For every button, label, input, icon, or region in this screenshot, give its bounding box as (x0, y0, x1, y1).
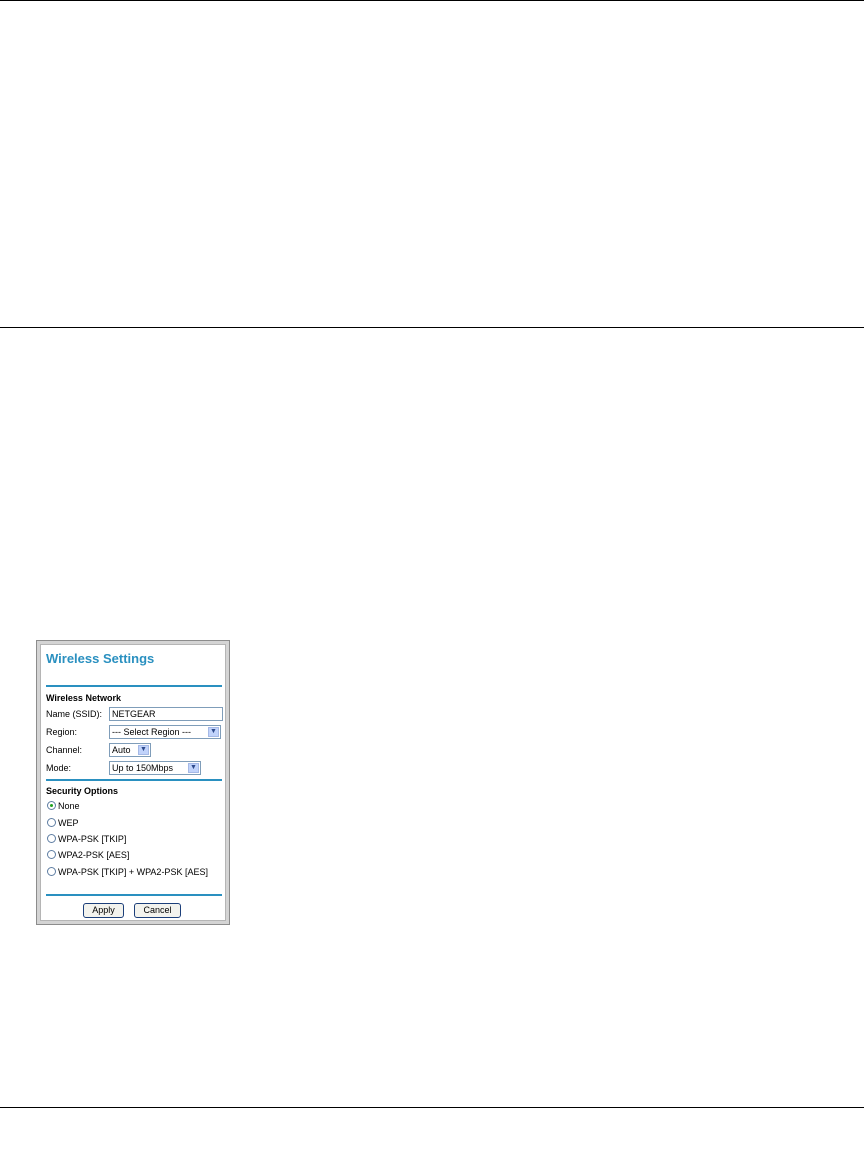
ssid-label: Name (SSID): (46, 709, 103, 719)
channel-select-value: Auto (112, 745, 131, 755)
security-option-label: WEP (58, 818, 79, 828)
title-divider (46, 685, 222, 687)
panel-title: Wireless Settings (46, 651, 155, 666)
channel-label: Channel: (46, 745, 83, 755)
wireless-settings-panel: Wireless Settings Wireless Network Name … (36, 640, 230, 925)
region-select-value: --- Select Region --- (112, 727, 192, 737)
chevron-down-icon[interactable]: ▼ (138, 745, 149, 755)
radio-icon[interactable] (47, 867, 56, 876)
security-option-label: WPA-PSK [TKIP] (58, 834, 127, 844)
apply-button[interactable]: Apply (83, 903, 124, 918)
radio-icon[interactable] (47, 834, 56, 843)
network-divider (46, 779, 222, 781)
security-option-label: WPA2-PSK [AES] (58, 850, 130, 860)
radio-icon[interactable] (47, 818, 56, 827)
security-option-label: WPA-PSK [TKIP] + WPA2-PSK [AES] (58, 867, 208, 877)
security-option-wep[interactable]: WEP (47, 818, 79, 830)
middle-rule (0, 327, 864, 328)
section-wireless-network: Wireless Network (46, 693, 121, 703)
mode-label: Mode: (46, 763, 72, 773)
region-select[interactable]: --- Select Region --- ▼ (109, 725, 221, 739)
chevron-down-icon[interactable]: ▼ (208, 727, 219, 737)
chevron-down-icon[interactable]: ▼ (188, 763, 199, 773)
security-option-wpa2-psk-aes[interactable]: WPA2-PSK [AES] (47, 850, 129, 862)
mode-select[interactable]: Up to 150Mbps ▼ (109, 761, 201, 775)
ssid-input[interactable]: NETGEAR (109, 707, 223, 721)
region-label: Region: (46, 727, 78, 737)
footer-divider (46, 894, 222, 896)
cancel-button[interactable]: Cancel (134, 903, 181, 918)
security-option-wpa-psk-tkip[interactable]: WPA-PSK [TKIP] (47, 834, 126, 846)
channel-select[interactable]: Auto ▼ (109, 743, 151, 757)
radio-icon[interactable] (47, 850, 56, 859)
bottom-rule (0, 1107, 864, 1108)
security-option-label: None (58, 801, 80, 811)
security-option-none[interactable]: None (47, 801, 80, 813)
mode-select-value: Up to 150Mbps (112, 763, 174, 773)
wireless-settings-content: Wireless Settings Wireless Network Name … (40, 644, 226, 921)
section-security-options: Security Options (46, 786, 119, 796)
radio-checked-icon[interactable] (47, 801, 56, 810)
top-rule (0, 0, 864, 1)
security-option-wpa-wpa2-mixed[interactable]: WPA-PSK [TKIP] + WPA2-PSK [AES] (47, 867, 208, 879)
